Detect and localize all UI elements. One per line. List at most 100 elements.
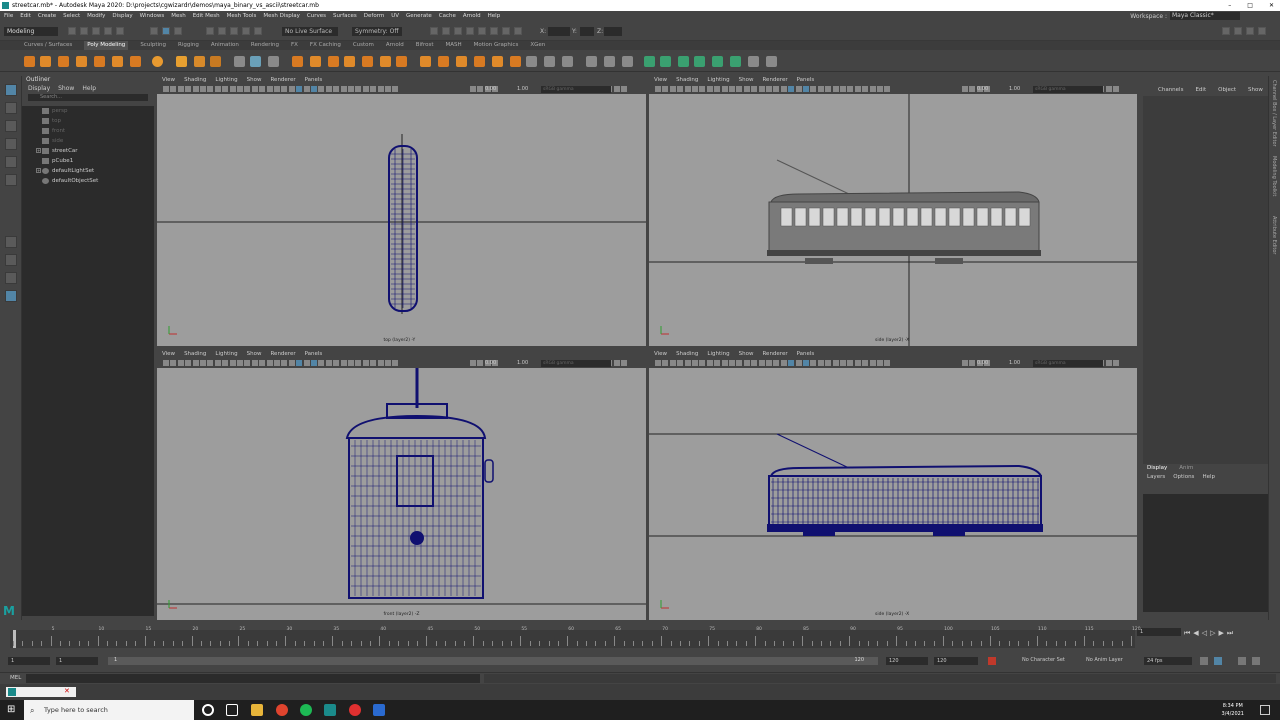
- persp-outliner-layout-icon[interactable]: [5, 272, 17, 284]
- viewport-tool-icon[interactable]: [795, 86, 802, 92]
- viewport-tool-icon[interactable]: [177, 86, 184, 92]
- move-tool-icon[interactable]: [5, 138, 17, 150]
- menu-edit[interactable]: Edit: [20, 11, 31, 22]
- list-item-persp[interactable]: persp: [22, 106, 154, 116]
- viewport-tool-icon[interactable]: [969, 86, 976, 92]
- viewport-tool-icon[interactable]: [362, 360, 369, 366]
- viewport-tool-icon[interactable]: [266, 86, 273, 92]
- viewport-menu-renderer[interactable]: Renderer: [270, 350, 295, 359]
- viewport-tool-icon[interactable]: [884, 360, 891, 366]
- slide-edge-icon[interactable]: [586, 56, 597, 67]
- help-menu[interactable]: Help: [1202, 473, 1215, 482]
- channels-menu[interactable]: Channels: [1158, 84, 1183, 96]
- shelf-tab-animation[interactable]: Animation: [211, 41, 239, 50]
- viewport-menu-view[interactable]: View: [162, 76, 175, 85]
- boolean-icon[interactable]: [292, 56, 303, 67]
- live-surface-field[interactable]: No Live Surface: [282, 27, 338, 36]
- select-tool-icon[interactable]: [5, 84, 17, 96]
- paint-select-tool-icon[interactable]: [5, 120, 17, 132]
- viewport-tool-icon[interactable]: [340, 360, 347, 366]
- shelf-tab-bifrost[interactable]: Bifrost: [416, 41, 434, 50]
- viewport-tool-icon[interactable]: [303, 86, 310, 92]
- bevel-icon[interactable]: [362, 56, 373, 67]
- menu-modify[interactable]: Modify: [87, 11, 105, 22]
- viewport-tool-icon[interactable]: [377, 86, 384, 92]
- separate-icon[interactable]: [250, 56, 261, 67]
- list-item-front[interactable]: front: [22, 126, 154, 136]
- viewport-top[interactable]: View Shading Lighting Show Renderer Panels 0.0…: [157, 76, 646, 346]
- snap-view-icon[interactable]: [242, 27, 250, 35]
- viewport-tool-icon[interactable]: [469, 360, 476, 366]
- svg-icon[interactable]: [210, 56, 221, 67]
- render-settings-icon[interactable]: [466, 27, 474, 35]
- viewport-tool-icon[interactable]: [884, 86, 891, 92]
- vscode-icon[interactable]: [373, 704, 385, 716]
- unfold-icon[interactable]: [748, 56, 759, 67]
- viewport-menu-lighting[interactable]: Lighting: [707, 76, 729, 85]
- viewport-tool-icon[interactable]: [840, 86, 846, 92]
- viewport-tool-icon[interactable]: [736, 86, 743, 92]
- end-time-field[interactable]: 120: [934, 657, 978, 665]
- viewport-tool-icon[interactable]: [621, 86, 628, 92]
- camera-based-map-icon[interactable]: [730, 56, 741, 67]
- viewport-tool-icon[interactable]: [825, 360, 832, 366]
- viewport-tool-icon[interactable]: [803, 86, 809, 92]
- ipr-render-icon[interactable]: [454, 27, 462, 35]
- select-hierarchy-icon[interactable]: [150, 27, 158, 35]
- menu-set-dropdown[interactable]: Modeling: [4, 27, 58, 36]
- planar-map-icon[interactable]: [660, 56, 671, 67]
- outliner-search-input[interactable]: Search...: [28, 94, 148, 101]
- viewport-tool-icon[interactable]: [669, 86, 676, 92]
- z-field[interactable]: [604, 27, 622, 36]
- symmetry-dropdown[interactable]: Symmetry: Off: [352, 27, 402, 36]
- platonic-solid-icon[interactable]: [152, 56, 163, 67]
- shelf-tab-xgen[interactable]: XGen: [530, 41, 545, 50]
- viewport-tool-icon[interactable]: [869, 86, 876, 92]
- viewport-tool-icon[interactable]: [869, 360, 876, 366]
- lasso-tool-icon[interactable]: [5, 102, 17, 114]
- viewport-tool-icon[interactable]: [303, 360, 310, 366]
- menu-display[interactable]: Display: [112, 11, 132, 22]
- menu-edit-mesh[interactable]: Edit Mesh: [193, 11, 220, 22]
- viewport-tool-icon[interactable]: [318, 86, 325, 92]
- menu-surfaces[interactable]: Surfaces: [333, 11, 357, 22]
- menu-arnold[interactable]: Arnold: [463, 11, 481, 22]
- viewport-tool-icon[interactable]: [969, 360, 976, 366]
- viewport-tool-icon[interactable]: [207, 360, 214, 366]
- viewport-tool-icon[interactable]: [684, 360, 691, 366]
- viewport-tool-icon[interactable]: [699, 86, 706, 92]
- menu-cache[interactable]: Cache: [439, 11, 456, 22]
- collapse-icon[interactable]: [544, 56, 555, 67]
- exposure-value[interactable]: 0.00: [977, 85, 988, 94]
- recorder-icon[interactable]: [349, 704, 361, 716]
- outliner-layout-icon[interactable]: [5, 290, 17, 302]
- viewport-tool-icon[interactable]: [170, 86, 177, 92]
- animation-prefs-icon[interactable]: [1252, 657, 1260, 665]
- viewport-tool-icon[interactable]: [766, 86, 772, 92]
- viewport-tool-icon[interactable]: [832, 86, 839, 92]
- menu-windows[interactable]: Windows: [140, 11, 165, 22]
- list-item-streetcar[interactable]: + streetCar: [22, 146, 154, 156]
- viewport-tool-icon[interactable]: [721, 360, 728, 366]
- viewport-tool-icon[interactable]: [877, 86, 883, 92]
- viewport-tool-icon[interactable]: [788, 360, 795, 366]
- range-bar[interactable]: 1 120: [108, 657, 878, 665]
- viewport-tool-icon[interactable]: [185, 360, 192, 366]
- viewport-menu-shading[interactable]: Shading: [676, 76, 698, 85]
- viewport-tool-icon[interactable]: [311, 360, 317, 366]
- gamma-value[interactable]: 1.00: [1009, 359, 1020, 368]
- tab-channel-box[interactable]: Channel Box / Layer Editor: [1271, 80, 1277, 147]
- outliner-menu-show[interactable]: Show: [58, 84, 74, 93]
- viewport-tool-icon[interactable]: [325, 360, 332, 366]
- viewport-tool-icon[interactable]: [655, 360, 661, 366]
- viewport-tool-icon[interactable]: [677, 360, 684, 366]
- auto-key-icon[interactable]: [988, 657, 996, 665]
- viewport-tool-icon[interactable]: [803, 360, 809, 366]
- viewport-tool-icon[interactable]: [244, 86, 251, 92]
- chrome-icon[interactable]: [276, 704, 288, 716]
- loop-icon[interactable]: [1200, 657, 1208, 665]
- list-item-defaultobjectset[interactable]: defaultObjectSet: [22, 176, 154, 186]
- tab-anim[interactable]: Anim: [1179, 464, 1193, 473]
- target-weld-icon[interactable]: [438, 56, 449, 67]
- render-sequence-icon[interactable]: [442, 27, 450, 35]
